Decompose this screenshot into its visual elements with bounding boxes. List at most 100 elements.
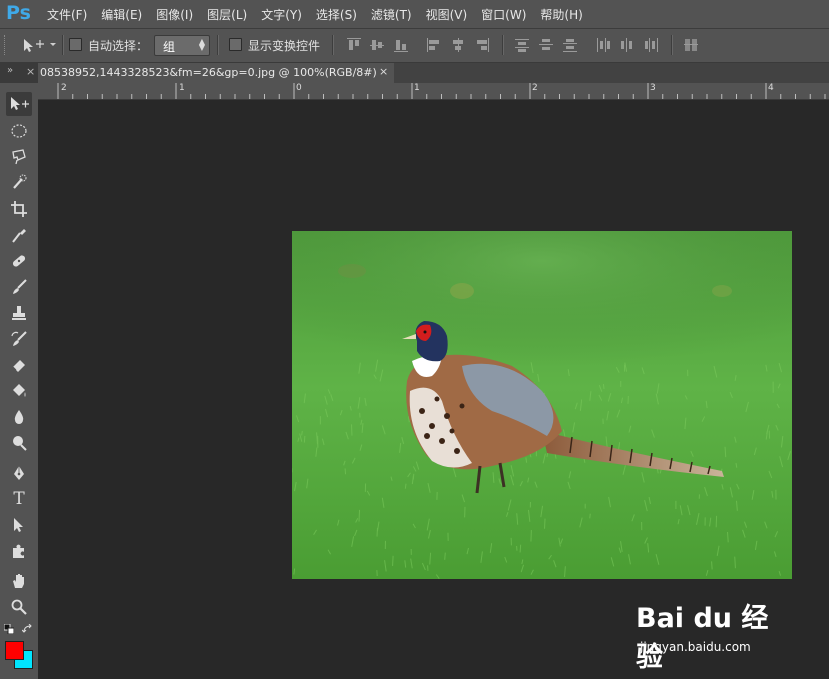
menu-help[interactable]: 帮助(H) xyxy=(533,6,589,23)
align-vertical-center-icon[interactable] xyxy=(370,38,384,52)
path-selection-tool[interactable] xyxy=(6,513,32,537)
bandage-icon xyxy=(12,255,26,267)
ruler-ticks xyxy=(57,83,826,99)
hand-tool[interactable] xyxy=(6,569,32,593)
lasso-tool[interactable] xyxy=(6,145,32,169)
pheasant-image xyxy=(292,231,792,579)
custom-shape-tool[interactable] xyxy=(6,539,32,563)
ruler-label: 2 xyxy=(532,83,538,93)
tool-preset-picker[interactable] xyxy=(22,37,58,53)
document-tab[interactable]: 08538952,1443328523&fm=26&gp=0.jpg @ 100… xyxy=(38,63,394,83)
show-transform-checkbox[interactable] xyxy=(229,38,242,51)
pen-icon xyxy=(14,466,24,480)
document-tab-bar: » × 08538952,1443328523&fm=26&gp=0.jpg @… xyxy=(0,63,829,83)
path-selection-icon xyxy=(14,518,23,532)
ruler-label: 0 xyxy=(296,83,302,93)
watermark-url: jingyan.baidu.com xyxy=(640,640,751,654)
quick-selection-icon xyxy=(13,174,27,189)
type-icon: T xyxy=(13,489,25,509)
ruler-label: 2 xyxy=(61,83,67,93)
history-brush-icon xyxy=(11,331,27,346)
distribute-top-icon[interactable] xyxy=(515,38,529,52)
crop-tool[interactable] xyxy=(6,197,32,221)
pheasant-photo[interactable] xyxy=(292,231,792,579)
show-transform-label: 显示变换控件 xyxy=(248,39,321,53)
separator xyxy=(671,35,673,55)
distribute-horizontal-center-icon[interactable] xyxy=(620,38,634,52)
eraser-icon xyxy=(12,360,25,372)
align-bottom-icon[interactable] xyxy=(394,38,408,52)
align-top-icon[interactable] xyxy=(347,38,361,52)
options-grip[interactable] xyxy=(4,35,8,55)
document-tab-title: 08538952,1443328523&fm=26&gp=0.jpg @ 100… xyxy=(40,66,377,79)
default-colors-icon[interactable] xyxy=(3,623,15,637)
paint-bucket-icon xyxy=(13,384,26,397)
separator xyxy=(332,35,334,55)
distribute-right-icon[interactable] xyxy=(644,38,658,52)
dodge-tool[interactable] xyxy=(6,431,32,455)
eyedropper-tool[interactable] xyxy=(6,223,32,247)
brush-icon xyxy=(13,279,27,294)
menu-select[interactable]: 选择(S) xyxy=(309,6,364,23)
move-tool[interactable] xyxy=(6,92,32,116)
menu-image[interactable]: 图像(I) xyxy=(149,6,200,23)
brush-tool[interactable] xyxy=(6,275,32,299)
auto-select-checkbox[interactable] xyxy=(69,38,82,51)
tools-panel-tab: » × xyxy=(0,63,38,83)
auto-select-dropdown[interactable]: 组 ▲ ▼ xyxy=(154,35,210,56)
separator xyxy=(217,35,219,55)
distribute-left-icon[interactable] xyxy=(596,38,610,52)
type-tool[interactable]: T xyxy=(6,487,32,511)
baidu-jingyan-watermark: Bai du 经验 jingyan.baidu.com xyxy=(636,590,786,673)
close-panel-icon[interactable]: × xyxy=(26,65,35,78)
close-document-icon[interactable]: × xyxy=(379,65,388,78)
ruler-label: 1 xyxy=(414,83,420,93)
swap-colors-icon[interactable] xyxy=(21,623,34,637)
blur-tool[interactable] xyxy=(6,405,32,429)
history-brush-tool[interactable] xyxy=(6,327,32,351)
separator xyxy=(62,35,64,55)
water-drop-icon xyxy=(14,410,24,424)
eyedropper-icon xyxy=(12,229,26,243)
clone-stamp-tool[interactable] xyxy=(6,301,32,325)
pen-tool[interactable] xyxy=(6,461,32,485)
hand-icon xyxy=(13,574,24,588)
horizontal-ruler: 2 1 0 1 2 3 4 xyxy=(38,83,829,100)
quick-selection-tool[interactable] xyxy=(6,171,32,195)
collapse-panel-icon[interactable]: » xyxy=(7,65,13,76)
dodge-icon xyxy=(13,436,27,451)
auto-select-value: 组 xyxy=(163,40,176,54)
stamp-icon xyxy=(12,306,26,320)
menu-layer[interactable]: 图层(L) xyxy=(200,6,254,23)
lasso-icon xyxy=(12,149,26,165)
align-right-icon[interactable] xyxy=(475,38,489,52)
photoshop-logo: Ps xyxy=(6,2,31,24)
move-tool-icon xyxy=(24,39,56,52)
ruler-label: 3 xyxy=(650,83,656,93)
paint-bucket-tool[interactable] xyxy=(6,379,32,403)
auto-align-layers-icon[interactable] xyxy=(684,38,698,52)
marquee-tool[interactable] xyxy=(6,119,32,143)
ruler-label: 4 xyxy=(768,83,774,93)
distribute-vertical-center-icon[interactable] xyxy=(539,38,553,52)
tools-panel: T xyxy=(0,83,39,679)
menu-edit[interactable]: 编辑(E) xyxy=(94,6,149,23)
elliptical-marquee-icon xyxy=(11,124,27,138)
ruler-label: 1 xyxy=(179,83,185,93)
distribute-bottom-icon[interactable] xyxy=(563,38,577,52)
foreground-color-swatch[interactable] xyxy=(5,641,24,660)
align-horizontal-center-icon[interactable] xyxy=(451,38,465,52)
eraser-tool[interactable] xyxy=(6,353,32,377)
magnifier-icon xyxy=(11,599,27,615)
align-left-icon[interactable] xyxy=(427,38,441,52)
menu-file[interactable]: 文件(F) xyxy=(40,6,94,23)
menu-window[interactable]: 窗口(W) xyxy=(474,6,533,23)
menu-bar: Ps 文件(F) 编辑(E) 图像(I) 图层(L) 文字(Y) 选择(S) 滤… xyxy=(0,0,829,29)
watermark-logo-text: Bai du 经验 xyxy=(636,603,769,673)
spot-healing-tool[interactable] xyxy=(6,249,32,273)
menu-filter[interactable]: 滤镜(T) xyxy=(364,6,419,23)
puzzle-shape-icon xyxy=(13,544,24,558)
menu-view[interactable]: 视图(V) xyxy=(419,6,475,23)
zoom-tool[interactable] xyxy=(6,595,32,619)
menu-type[interactable]: 文字(Y) xyxy=(254,6,309,23)
